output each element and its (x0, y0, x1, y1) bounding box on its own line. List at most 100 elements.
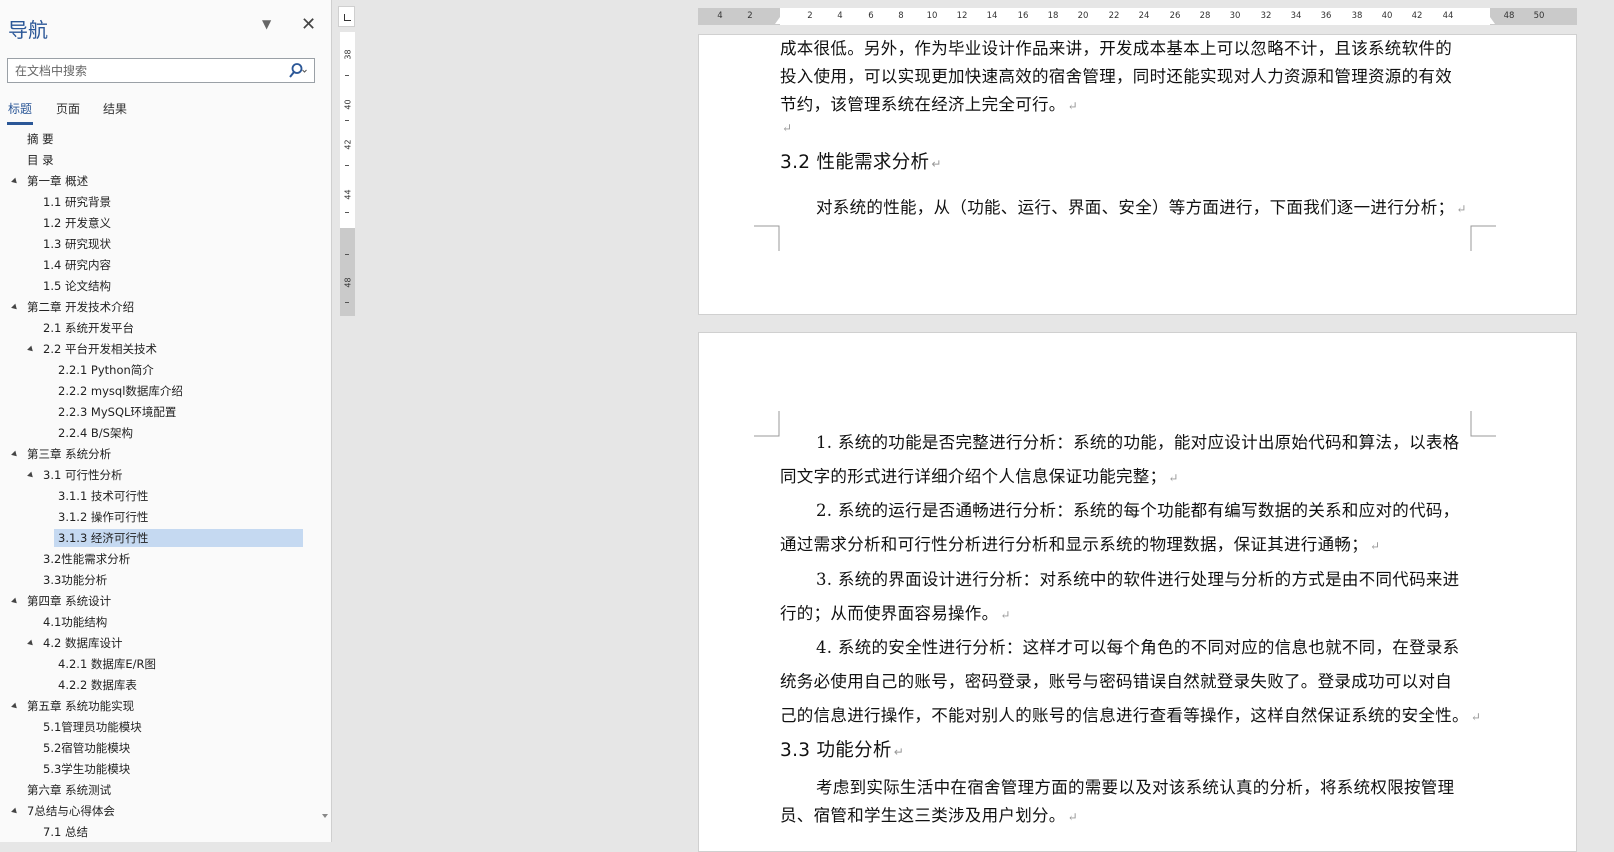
ruler-number: 34 (1290, 11, 1302, 21)
tab-headings[interactable]: 标题 (6, 100, 34, 125)
nav-heading-item[interactable]: 5.2宿管功能模块 (39, 739, 130, 757)
collapse-arrow-icon[interactable] (27, 345, 35, 354)
ruler-number: 40 (1381, 11, 1393, 21)
ruler-number: 20 (1077, 11, 1089, 21)
tab-selector[interactable] (338, 6, 355, 27)
list-item-line: 1. 系统的功能是否完整进行分析：系统的功能，能对应设计出原始代码和算法，以表格 (816, 433, 1460, 452)
ruler-number: 6 (868, 11, 874, 21)
tab-results[interactable]: 结果 (103, 100, 127, 117)
nav-heading-item[interactable]: 3.1.1 技术可行性 (54, 487, 148, 505)
nav-heading-item[interactable]: 4.2.1 数据库E/R图 (54, 655, 156, 673)
nav-heading-item[interactable]: 7.1 总结 (39, 823, 88, 841)
nav-heading-item[interactable]: 第四章 系统设计 (23, 592, 111, 610)
nav-heading-item[interactable]: 2.2.2 mysql数据库介绍 (54, 382, 183, 400)
nav-heading-item[interactable]: 2.2.4 B/S架构 (54, 424, 133, 442)
nav-heading-item[interactable]: 5.1管理员功能模块 (39, 718, 142, 736)
ruler-number: 10 (926, 11, 938, 21)
ruler-number: 18 (1047, 11, 1059, 21)
empty-paragraph: ↵ (782, 121, 793, 135)
ruler-number: 2 (747, 11, 753, 21)
ruler-number: 16 (1017, 11, 1029, 21)
search-icon[interactable] (288, 62, 308, 80)
nav-heading-item[interactable]: 4.2.2 数据库表 (54, 676, 137, 694)
list-item-line: 行的；从而使界面容易操作。 ↵ (780, 604, 1011, 623)
ruler-number: 14 (986, 11, 998, 21)
nav-heading-item[interactable]: 2.1 系统开发平台 (39, 319, 134, 337)
tab-pages[interactable]: 页面 (56, 100, 80, 117)
nav-heading-item[interactable]: 第三章 系统分析 (23, 445, 111, 463)
nav-heading-item[interactable]: 5.3学生功能模块 (39, 760, 130, 778)
nav-options-dropdown-icon[interactable]: ▼ (262, 17, 271, 31)
nav-heading-item[interactable]: 1.1 研究背景 (39, 193, 111, 211)
navigation-pane: 导航 ▼ ✕ 标题 页面 结果 摘 要目 录第一章 概述 1.1 研究背景 1.2 … (0, 0, 332, 842)
list-item-line: 通过需求分析和可行性分析进行分析和显示系统的物理数据，保证其进行通畅； ↵ (780, 535, 1381, 554)
left-indent-marker[interactable] (775, 17, 785, 24)
doc-paragraph: 对系统的性能，从（功能、运行、界面、安全）等方面进行，下面我们逐一进行分析； ↵ (816, 198, 1467, 217)
nav-heading-item[interactable]: 3.2性能需求分析 (39, 550, 130, 568)
ruler-number: 48 (343, 277, 353, 288)
doc-paragraph-line: 员、宿管和学生这三类涉及用户划分。 ↵ (780, 806, 1078, 825)
collapse-arrow-icon[interactable] (27, 471, 35, 480)
collapse-arrow-icon[interactable] (27, 639, 35, 648)
nav-heading-item[interactable]: 3.1 可行性分析 (39, 466, 122, 484)
nav-heading-item[interactable]: 2.2 平台开发相关技术 (39, 340, 157, 358)
horizontal-ruler: 4 2 2 4 6 8 10 12 14 16 18 20 22 24 26 28 30 32 34 36 38 40 42… (698, 8, 1577, 25)
ruler-number: 44 (1442, 11, 1454, 21)
ruler-number: 42 (1411, 11, 1423, 21)
close-icon[interactable]: ✕ (301, 14, 316, 35)
crop-mark (1470, 225, 1496, 251)
nav-heading-item[interactable]: 目 录 (23, 151, 54, 169)
nav-heading-item[interactable]: 第一章 概述 (23, 172, 88, 190)
ruler-number: 2 (807, 11, 813, 21)
crop-mark (1470, 411, 1496, 437)
nav-heading-item[interactable]: 摘 要 (23, 130, 54, 148)
right-indent-marker[interactable] (1485, 17, 1495, 24)
nav-heading-item[interactable]: 2.2.3 MySQL环境配置 (54, 403, 176, 421)
nav-heading-item[interactable]: 1.5 论文结构 (39, 277, 111, 295)
nav-heading-item[interactable]: 1.4 研究内容 (39, 256, 111, 274)
nav-heading-item[interactable]: 3.1.3 经济可行性 (54, 529, 303, 547)
ruler-number: 12 (956, 11, 968, 21)
nav-heading-item[interactable]: 第六章 系统测试 (23, 781, 111, 799)
nav-heading-item[interactable]: 1.3 研究现状 (39, 235, 111, 253)
search-box (7, 58, 315, 83)
nav-heading-item[interactable]: 第二章 开发技术介绍 (23, 298, 134, 316)
nav-scrollbar[interactable] (320, 130, 330, 820)
ruler-number: 38 (343, 49, 353, 60)
nav-heading-item[interactable]: 第五章 系统功能实现 (23, 697, 134, 715)
collapse-arrow-icon[interactable] (11, 807, 19, 816)
collapse-arrow-icon[interactable] (11, 450, 19, 459)
ruler-number: 28 (1199, 11, 1211, 21)
collapse-arrow-icon[interactable] (11, 303, 19, 312)
ruler-number: 50 (1533, 11, 1545, 21)
list-item-line: 己的信息进行操作，不能对别人的账号的信息进行查看等操作，这样自然保证系统的安全性… (780, 706, 1482, 725)
nav-heading-item[interactable]: 3.1.2 操作可行性 (54, 508, 148, 526)
ruler-tick (345, 120, 349, 121)
ruler-number: 4 (717, 11, 723, 21)
collapse-arrow-icon[interactable] (11, 597, 19, 606)
ruler-number: 48 (1503, 11, 1515, 21)
collapse-arrow-icon[interactable] (11, 702, 19, 711)
ruler-tick (345, 254, 349, 255)
ruler-number: 26 (1169, 11, 1181, 21)
ruler-number: 44 (343, 189, 353, 200)
nav-heading-item[interactable]: 1.2 开发意义 (39, 214, 111, 232)
list-item-line: 统务必使用自己的账号，密码登录，账号与密码错误自然就登录失败了。登录成功可以对自 (780, 672, 1452, 691)
nav-heading-item[interactable]: 3.3功能分析 (39, 571, 107, 589)
ruler-number: 4 (837, 11, 843, 21)
ruler-number: 24 (1138, 11, 1150, 21)
ruler-tick (345, 302, 349, 303)
ruler-number: 38 (1351, 11, 1363, 21)
nav-heading-item[interactable]: 7总结与心得体会 (23, 802, 115, 820)
document-page: 1. 系统的功能是否完整进行分析：系统的功能，能对应设计出原始代码和算法，以表格… (698, 332, 1577, 852)
ruler-number: 30 (1229, 11, 1241, 21)
crop-mark (754, 225, 780, 251)
nav-heading-item[interactable]: 2.2.1 Python简介 (54, 361, 154, 379)
nav-heading-item[interactable]: 4.2 数据库设计 (39, 634, 122, 652)
heading-3-2: 3.2 性能需求分析 ↵ (780, 152, 942, 173)
nav-heading-item[interactable]: 4.1功能结构 (39, 613, 107, 631)
collapse-arrow-icon[interactable] (11, 177, 19, 186)
nav-title: 导航 (8, 18, 48, 42)
search-input[interactable] (13, 59, 277, 83)
crop-mark (754, 411, 780, 437)
